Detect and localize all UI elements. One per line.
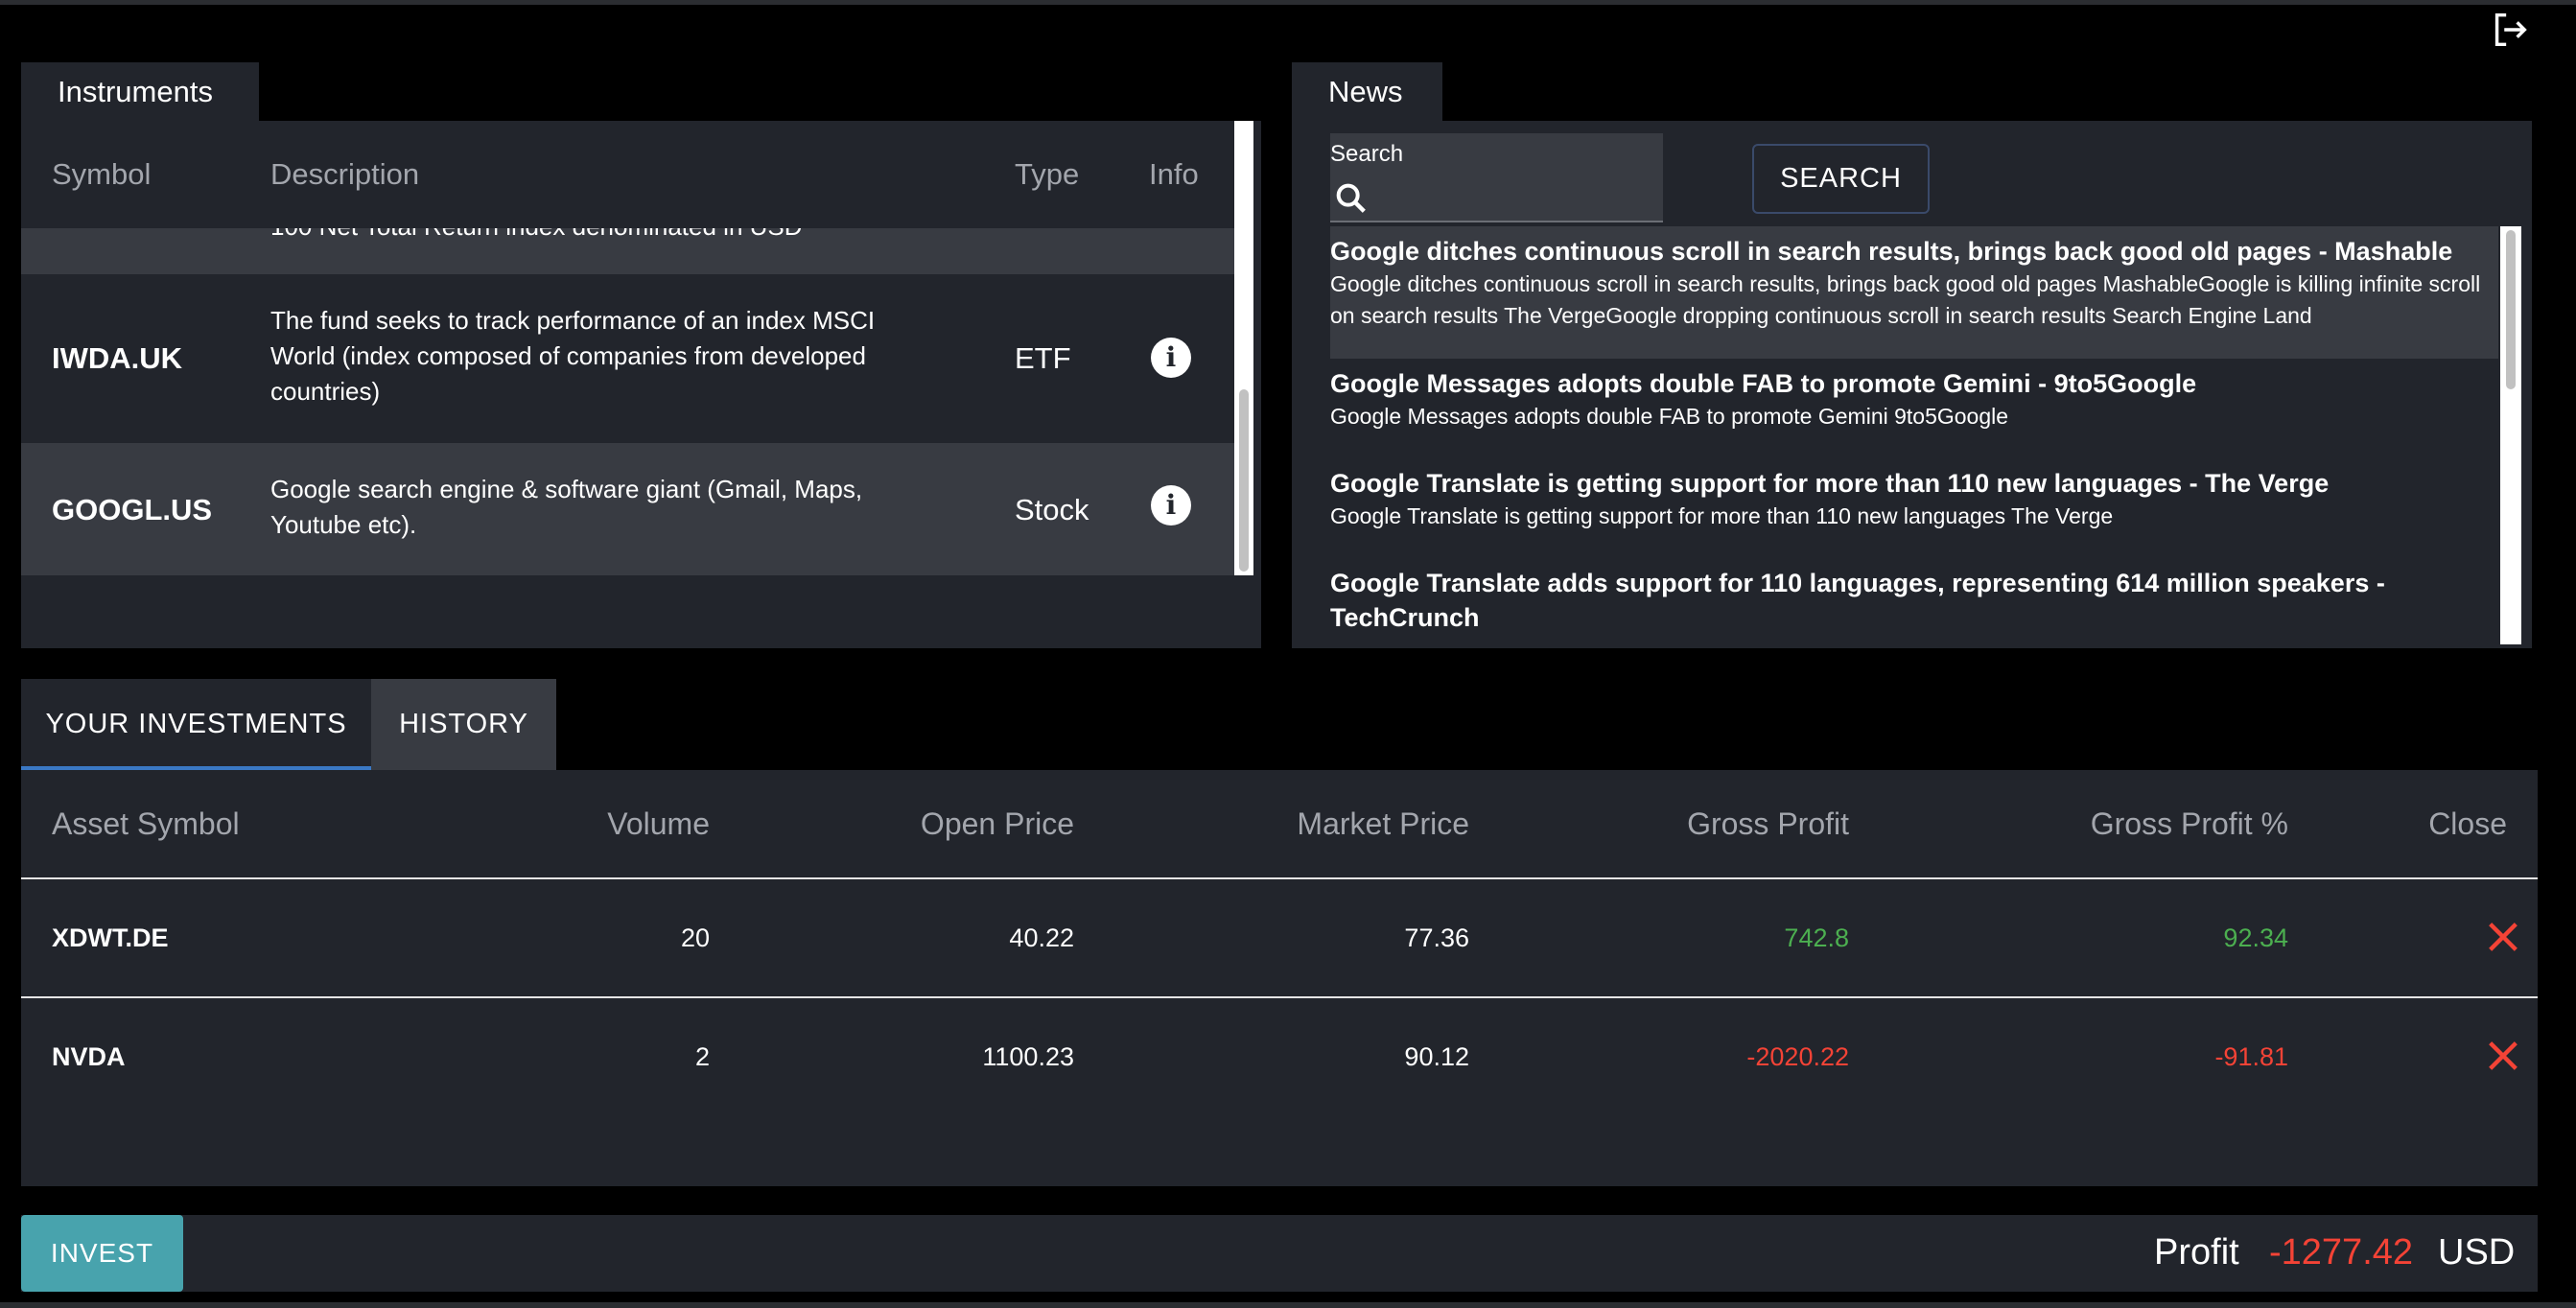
news-search-field[interactable]: Search — [1330, 133, 1663, 222]
logout-icon[interactable] — [2488, 8, 2532, 52]
footer-bar: INVEST Profit -1277.42 USD — [21, 1215, 2538, 1292]
column-info: Info — [1149, 157, 1199, 191]
search-label: Search — [1330, 141, 1404, 167]
close-position-icon[interactable] — [2484, 1037, 2522, 1075]
asset-symbol: XDWT.DE — [52, 923, 169, 952]
scrollbar-thumb[interactable] — [1239, 389, 1249, 572]
news-body: Google Messages adopts double FAB to pro… — [1330, 404, 2009, 429]
column-volume: Volume — [607, 806, 710, 841]
volume: 20 — [680, 923, 710, 952]
open-price: 1100.23 — [982, 1042, 1074, 1071]
instrument-type: ETF — [1015, 341, 1071, 375]
news-title: Google Translate is getting support for … — [1330, 469, 2330, 498]
instrument-row[interactable]: GOOGL.US Google search engine & software… — [21, 443, 1234, 575]
instrument-symbol: GOOGL.US — [52, 493, 213, 526]
gross-profit-pct: -91.81 — [2214, 1042, 2288, 1071]
news-title: Google ditches continuous scroll in sear… — [1330, 237, 2453, 266]
column-symbol: Symbol — [52, 157, 152, 191]
news-item[interactable]: Google Translate is getting support for … — [1330, 466, 2498, 558]
scrollbar-thumb[interactable] — [2506, 230, 2516, 389]
market-price: 90.12 — [1404, 1042, 1469, 1071]
news-search-input[interactable] — [1378, 175, 1656, 218]
open-price: 40.22 — [1009, 923, 1074, 952]
volume: 2 — [694, 1042, 710, 1071]
column-asset-symbol: Asset Symbol — [52, 806, 240, 841]
profit-currency: USD — [2438, 1232, 2516, 1273]
search-icon — [1336, 183, 1366, 213]
instruments-scrollbar[interactable] — [1234, 121, 1253, 575]
profit-label: Profit — [2154, 1232, 2239, 1273]
column-close: Close — [2428, 806, 2507, 841]
gross-profit: 742.8 — [1784, 923, 1849, 952]
instruments-panel: 100 Net Total Return index denominated i… — [21, 121, 1261, 648]
table-row[interactable]: XDWT.DE 20 40.22 77.36 742.8 92.34 — [21, 879, 2538, 998]
instruments-tab[interactable]: Instruments — [21, 62, 259, 122]
close-position-icon[interactable] — [2484, 918, 2522, 956]
column-open-price: Open Price — [920, 806, 1074, 841]
market-price: 77.36 — [1404, 923, 1469, 952]
news-body: Google Translate is getting support for … — [1330, 503, 2114, 528]
instrument-row[interactable]: IWDA.UK The fund seeks to track performa… — [21, 274, 1234, 443]
news-item[interactable]: Google ditches continuous scroll in sear… — [1330, 226, 2498, 359]
instruments-table-header: Symbol Description Type Info — [21, 121, 1234, 228]
tab-your-investments[interactable]: YOUR INVESTMENTS — [21, 679, 371, 770]
investments-table: Asset Symbol Volume Open Price Market Pr… — [21, 770, 2538, 1186]
column-description: Description — [270, 157, 420, 191]
column-market-price: Market Price — [1297, 806, 1469, 841]
news-item[interactable]: Google Messages adopts double FAB to pro… — [1330, 366, 2498, 458]
tab-history[interactable]: HISTORY — [371, 679, 556, 770]
info-icon[interactable]: i — [1151, 485, 1191, 526]
profit-value: -1277.42 — [2269, 1232, 2414, 1273]
news-scrollbar[interactable] — [2500, 226, 2521, 644]
gross-profit-pct: 92.34 — [2223, 923, 2288, 952]
gross-profit: -2020.22 — [1746, 1042, 1849, 1071]
top-border — [0, 0, 2576, 5]
news-item[interactable]: Google Translate adds support for 110 la… — [1330, 566, 2498, 648]
column-type: Type — [1015, 157, 1080, 191]
info-icon[interactable]: i — [1151, 338, 1191, 378]
invest-button[interactable]: INVEST — [21, 1215, 183, 1292]
instrument-type: Stock — [1015, 493, 1089, 526]
bottom-border — [0, 1302, 2576, 1308]
news-title: Google Messages adopts double FAB to pro… — [1330, 369, 2197, 398]
news-search-button[interactable]: SEARCH — [1752, 144, 1930, 214]
instrument-description: Google search engine & software giant (G… — [270, 475, 863, 539]
column-gross-profit: Gross Profit — [1687, 806, 1849, 841]
asset-symbol: NVDA — [52, 1042, 126, 1071]
instrument-description: The fund seeks to track performance of a… — [270, 306, 876, 406]
news-title: Google Translate adds support for 110 la… — [1330, 569, 2385, 632]
table-row[interactable]: NVDA 2 1100.23 90.12 -2020.22 -91.81 — [21, 998, 2538, 1117]
column-gross-profit-pct: Gross Profit % — [2090, 806, 2288, 841]
instrument-symbol: IWDA.UK — [52, 341, 183, 375]
news-panel: Search SEARCH Google ditches continuous … — [1292, 121, 2532, 648]
news-tab[interactable]: News — [1292, 62, 1442, 122]
investments-table-header: Asset Symbol Volume Open Price Market Pr… — [21, 770, 2538, 879]
news-list: Google ditches continuous scroll in sear… — [1330, 226, 2498, 648]
news-body: Google ditches continuous scroll in sear… — [1330, 271, 2481, 328]
